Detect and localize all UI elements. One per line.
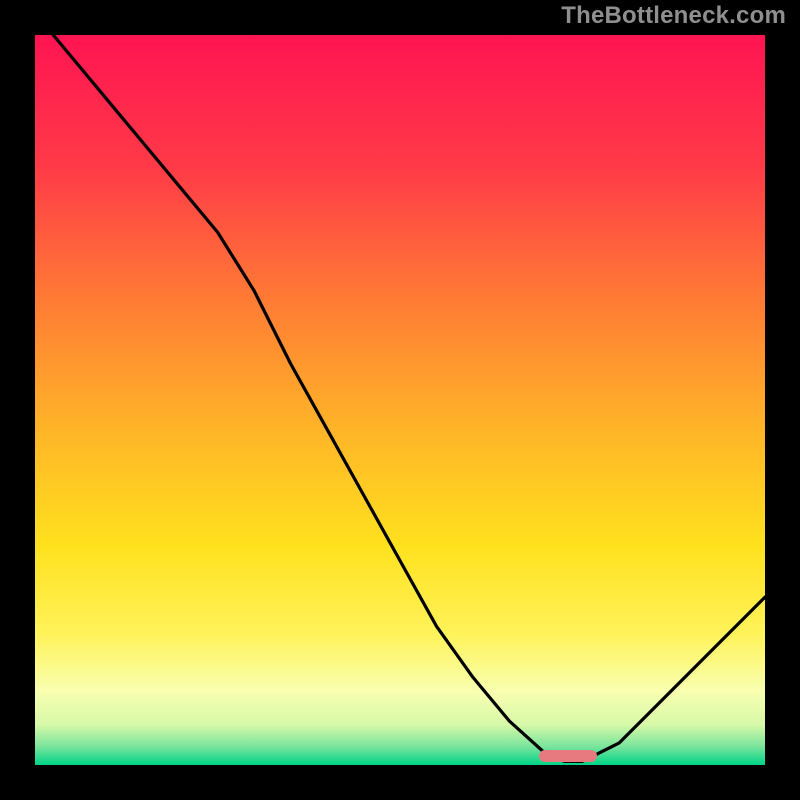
- plot-area: [35, 35, 765, 765]
- watermark-text: TheBottleneck.com: [561, 2, 786, 30]
- optimal-marker: [539, 750, 597, 762]
- chart-frame: TheBottleneck.com: [0, 0, 800, 800]
- bottleneck-curve: [35, 35, 765, 765]
